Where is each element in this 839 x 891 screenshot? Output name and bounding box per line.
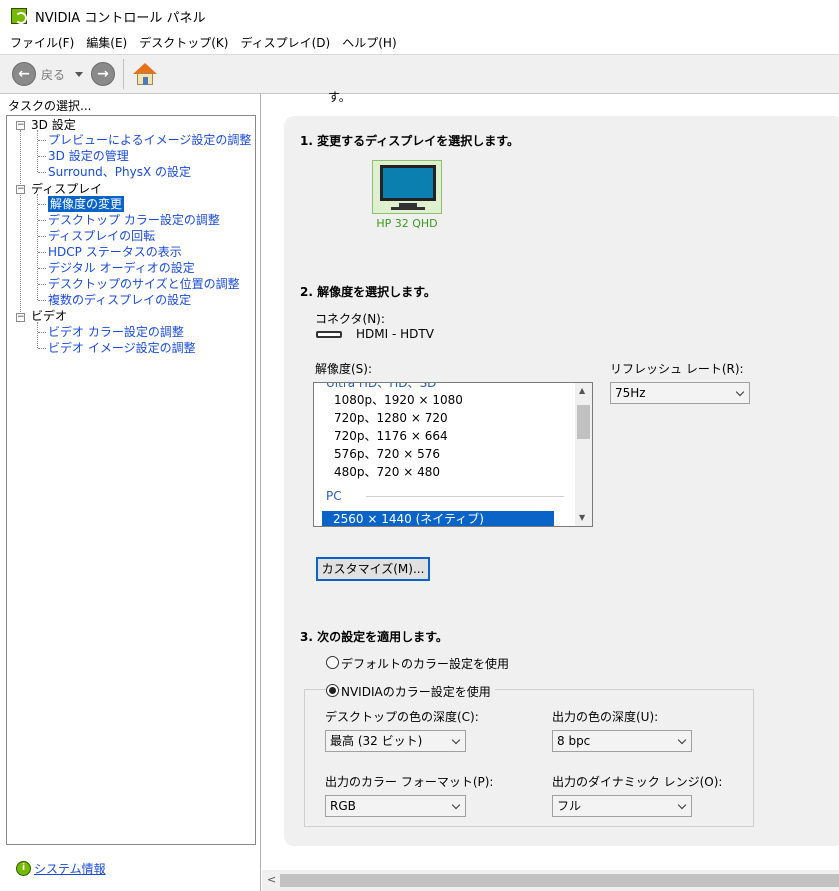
previous-text-fragment: す。 — [328, 90, 351, 104]
customize-button[interactable]: カスタマイズ(M)... — [316, 557, 430, 581]
resolution-option[interactable]: 1080p、1920 × 1080 — [334, 391, 463, 409]
chevron-down-icon — [451, 735, 461, 745]
collapse-video-icon[interactable]: − — [16, 313, 25, 322]
scroll-left-icon[interactable]: < — [267, 873, 276, 886]
resolution-listbox[interactable]: Ultra HD、HD、SD 1080p、1920 × 1080 720p、12… — [313, 382, 593, 527]
menu-bar: ファイル(F) 編集(E) デスクトップ(K) ディスプレイ(D) ヘルプ(H) — [0, 32, 839, 54]
tree-item-preview-image[interactable]: プレビューによるイメージ設定の調整 — [48, 132, 251, 148]
tree-item-video-color[interactable]: ビデオ カラー設定の調整 — [48, 324, 184, 340]
resolution-option[interactable]: 720p、1280 × 720 — [334, 409, 448, 427]
history-dropdown-icon[interactable] — [75, 71, 84, 77]
resolution-settings-card: 1. 変更するディスプレイを選択します。 HP 32 QHD 2. 解像度を選択… — [284, 116, 839, 846]
scroll-down-icon[interactable]: ▼ — [579, 513, 585, 522]
resolution-option[interactable]: 576p、720 × 576 — [334, 445, 440, 463]
menu-desktop[interactable]: デスクトップ(K) — [133, 32, 234, 54]
resolution-option[interactable]: 720p、1176 × 664 — [334, 427, 448, 445]
system-info-link[interactable]: システム情報 — [34, 860, 106, 877]
tree-item-video-image[interactable]: ビデオ イメージ設定の調整 — [48, 340, 196, 356]
menu-file[interactable]: ファイル(F) — [4, 32, 80, 54]
toolbar: ← 戻る → — [0, 54, 839, 94]
window-title: NVIDIA コントロール パネル — [35, 10, 206, 26]
tree-group-video[interactable]: ビデオ — [31, 308, 67, 324]
toolbar-separator — [123, 59, 125, 89]
title-bar: NVIDIA コントロール パネル — [0, 0, 839, 32]
output-color-depth-select[interactable]: 8 bpc — [552, 730, 692, 752]
back-arrow-icon[interactable]: ← — [12, 62, 36, 86]
listbox-group-partial: Ultra HD、HD、SD — [326, 382, 437, 390]
task-panel: タスクの選択... − 3D 設定 プレビューによるイメージ設定の調整 3D 設… — [0, 94, 261, 891]
tree-item-desktop-color[interactable]: デスクトップ カラー設定の調整 — [48, 212, 220, 228]
scroll-thumb[interactable] — [577, 405, 590, 439]
output-color-format-value: RGB — [330, 799, 356, 813]
menu-help[interactable]: ヘルプ(H) — [336, 32, 402, 54]
desktop-color-depth-select[interactable]: 最高 (32 ビット) — [325, 730, 466, 752]
connector-label: コネクタ(N): — [315, 312, 385, 326]
desktop-color-depth-label: デスクトップの色の深度(C): — [325, 710, 479, 724]
content-panel: す。 1. 変更するディスプレイを選択します。 HP 32 QHD 2. 解像度… — [262, 90, 839, 891]
tree-item-hdcp-status[interactable]: HDCP ステータスの表示 — [48, 244, 182, 260]
section-1-title: 1. 変更するディスプレイを選択します。 — [300, 134, 520, 148]
refresh-rate-label: リフレッシュ レート(R): — [610, 362, 744, 376]
tree-item-digital-audio[interactable]: デジタル オーディオの設定 — [48, 260, 195, 276]
listbox-scrollbar[interactable]: ▲ ▼ — [575, 383, 592, 526]
radio-default-color-label[interactable]: デフォルトのカラー設定を使用 — [341, 655, 509, 672]
desktop-color-depth-value: 最高 (32 ビット) — [330, 734, 423, 748]
resolution-label: 解像度(S): — [315, 362, 373, 376]
chevron-down-icon — [677, 800, 687, 810]
dynamic-range-value: フル — [557, 799, 582, 813]
dynamic-range-select[interactable]: フル — [552, 795, 692, 817]
system-info: i システム情報 — [16, 860, 106, 877]
refresh-rate-select[interactable]: 75Hz — [610, 382, 750, 404]
task-tree: − 3D 設定 プレビューによるイメージ設定の調整 3D 設定の管理 Surro… — [6, 115, 256, 845]
section-3-title: 3. 次の設定を適用します。 — [300, 630, 448, 644]
refresh-rate-value: 75Hz — [615, 386, 646, 400]
radio-default-color[interactable] — [326, 656, 339, 669]
chevron-down-icon — [451, 800, 461, 810]
radio-nvidia-color-label[interactable]: NVIDIAのカラー設定を使用 — [341, 683, 495, 700]
task-select-header: タスクの選択... — [8, 99, 92, 113]
menu-edit[interactable]: 編集(E) — [80, 32, 133, 54]
nvidia-info-icon: i — [16, 861, 31, 876]
horizontal-scroll-thumb[interactable] — [280, 874, 839, 887]
collapse-3d-icon[interactable]: − — [16, 121, 25, 130]
output-color-depth-label: 出力の色の深度(U): — [552, 710, 659, 724]
group-divider — [366, 496, 564, 497]
listbox-group-pc: PC — [326, 489, 342, 503]
display-monitor-icon[interactable] — [372, 160, 442, 214]
chevron-down-icon — [735, 387, 745, 397]
tree-item-desktop-size[interactable]: デスクトップのサイズと位置の調整 — [48, 276, 240, 292]
tree-item-surround-physx[interactable]: Surround、PhysX の設定 — [48, 164, 191, 180]
selected-resolution-option[interactable]: 2560 × 1440 (ネイティブ) — [322, 511, 554, 526]
tree-group-3d[interactable]: 3D 設定 — [31, 117, 76, 133]
collapse-display-icon[interactable]: − — [16, 185, 25, 194]
output-color-format-label: 出力のカラー フォーマット(P): — [325, 775, 494, 789]
output-color-depth-value: 8 bpc — [557, 734, 591, 748]
display-name-label[interactable]: HP 32 QHD — [374, 217, 440, 230]
hdmi-connector-icon — [316, 331, 342, 338]
tree-item-rotate-display[interactable]: ディスプレイの回転 — [48, 228, 155, 244]
output-color-format-select[interactable]: RGB — [325, 795, 466, 817]
forward-arrow-icon[interactable]: → — [91, 62, 116, 86]
radio-nvidia-color[interactable] — [326, 684, 339, 697]
tree-item-3d-manage[interactable]: 3D 設定の管理 — [48, 148, 129, 164]
back-button-label[interactable]: 戻る — [41, 66, 65, 83]
section-2-title: 2. 解像度を選択します。 — [300, 285, 436, 299]
resolution-option[interactable]: 480p、720 × 480 — [334, 463, 440, 481]
menu-display[interactable]: ディスプレイ(D) — [234, 32, 336, 54]
tree-group-display[interactable]: ディスプレイ — [31, 181, 102, 197]
horizontal-scrollbar[interactable]: < — [262, 870, 839, 891]
chevron-down-icon — [677, 735, 687, 745]
home-icon[interactable] — [132, 61, 158, 87]
dynamic-range-label: 出力のダイナミック レンジ(O): — [552, 775, 723, 789]
tree-item-multi-display[interactable]: 複数のディスプレイの設定 — [48, 292, 191, 308]
nvidia-app-icon — [11, 8, 27, 24]
connector-value: HDMI - HDTV — [356, 327, 434, 341]
tree-item-change-resolution[interactable]: 解像度の変更 — [48, 196, 125, 212]
scroll-up-icon[interactable]: ▲ — [579, 386, 585, 395]
